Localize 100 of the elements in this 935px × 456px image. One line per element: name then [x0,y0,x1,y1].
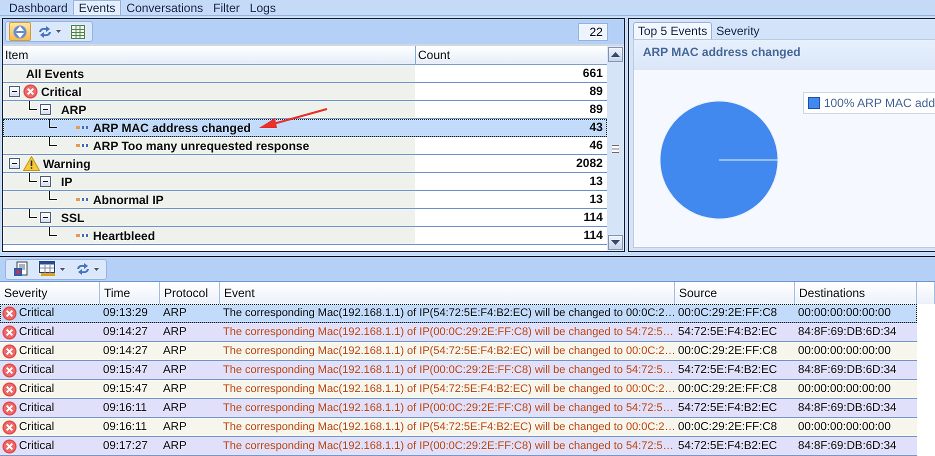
table-cell: 00:00:00:00:00:00 [798,421,891,433]
count-field[interactable]: 22 [578,22,608,40]
table-cell: ARP [163,402,187,414]
error-icon [2,438,17,454]
table-row[interactable]: Critical 09:15:47 ARP The corresponding Mac(192.168.1.1) of IP(00:0C:29:2E:FF:C8) will be changed to 54:72:5… 54:72:5E:F4:B2:EC 84:8F:69:DB:6D:34 [0,361,917,380]
count: 114 [583,228,603,242]
collapse-icon[interactable] [40,104,51,115]
count: 13 [589,192,603,206]
table-row[interactable]: Critical 09:14:27 ARP The corresponding Mac(192.168.1.1) of IP(54:72:5E:F4:B2:EC) will be changed to 00:0C:2… 00:0C:29:2E:FF:C8 00:00:00:00:00:00 [0,342,917,361]
collapse-icon[interactable] [9,158,20,169]
table-cell: ARP [163,440,187,452]
table-cell: 00:0C:29:2E:FF:C8 [678,421,778,433]
tab[interactable]: Dashboard [4,0,73,15]
error-icon [2,362,17,378]
count: 114 [583,210,603,224]
scroll-down-button[interactable] [608,235,623,250]
tab[interactable]: Filter [208,0,245,15]
table-cell: The corresponding Mac(192.168.1.1) of IP(54:72:5E:F4:B2:EC) will be changed to 00:0C:2… [223,383,676,395]
error-icon [2,382,17,396]
dotted-line-icon [76,234,90,237]
tree-connector [49,190,57,200]
table-cell: 84:8F:69:DB:6D:34 [798,326,896,338]
severity-label: Critical [19,325,54,340]
table-row[interactable]: Critical 09:16:11 ARP The corresponding Mac(192.168.1.1) of IP(00:0C:29:2E:FF:C8) will be changed to 54:72:5… 54:72:5E:F4:B2:EC 84:8F:69:DB:6D:34 [0,399,917,418]
table-row[interactable]: Critical 09:16:11 ARP The corresponding Mac(192.168.1.1) of IP(54:72:5E:F4:B2:EC) will be changed to 00:0C:2… 00:0C:29:2E:FF:C8 00:00:00:00:00:00 [0,418,917,437]
severity-label: Critical [19,439,54,454]
tab[interactable]: Conversations [121,0,208,15]
tree-label: ARP [61,102,86,116]
severity-label: Critical [19,306,54,321]
count: 89 [589,84,603,98]
table-row[interactable]: Critical 09:14:27 ARP The corresponding Mac(192.168.1.1) of IP(00:0C:29:2E:FF:C8) will be changed to 54:72:5… 54:72:5E:F4:B2:EC 84:8F:69:DB:6D:34 [0,323,917,342]
table-cell: 09:16:11 [103,402,147,414]
dotted-line-icon [76,126,90,129]
table-cell: 09:16:11 [103,421,147,433]
up-arrow-icon [610,52,620,57]
table-cell: The corresponding Mac(192.168.1.1) of IP(00:0C:29:2E:FF:C8) will be changed to 54:72:5… [223,440,674,452]
count: 46 [589,138,603,152]
tree-label: ARP Too many unrequested response [93,138,310,152]
table-cell: The corresponding Mac(192.168.1.1) of IP(00:0C:29:2E:FF:C8) will be changed to 54:72:5… [223,364,674,376]
sort-arrows-icon [13,24,27,40]
table-cell: ARP [163,383,187,395]
tab[interactable]: Events [72,0,122,15]
table-cell: ARP [163,345,187,357]
tree-connector [29,172,37,182]
refresh-icon [37,24,53,38]
tab[interactable]: Top 5 Events [632,22,712,39]
table-cell: 09:14:27 [103,345,148,357]
severity-label: Critical [19,401,54,416]
count: 13 [589,174,603,188]
tree-label: Warning [43,156,91,170]
legend-label: 100% ARP MAC add [824,96,935,110]
refresh-icon [75,262,91,276]
scroll-up-button[interactable] [608,47,623,62]
table-cell: 09:14:27 [103,326,148,338]
scrollbar[interactable] [606,46,624,251]
annotation-arrow [259,108,329,130]
count: 43 [589,120,603,134]
error-icon [2,324,17,340]
table-cell: The corresponding Mac(192.168.1.1) of IP(00:0C:29:2E:FF:C8) will be changed to 54:72:5… [223,326,674,338]
table-cell: ARP [163,364,187,376]
table-cell: The corresponding Mac(192.168.1.1) of IP(54:72:5E:F4:B2:EC) will be changed to 00:0C:2… [223,421,676,433]
severity-label: Critical [19,344,54,359]
dotted-line-icon [76,198,90,201]
table-cell: 00:00:00:00:00:00 [798,307,891,319]
error-icon [2,306,17,320]
tab[interactable]: Logs [244,0,281,15]
error-icon [23,84,38,99]
column-header[interactable]: Item [3,46,415,64]
tree-label: Abnormal IP [93,192,164,206]
table-row[interactable]: Critical 09:15:47 ARP The corresponding Mac(192.168.1.1) of IP(54:72:5E:F4:B2:EC) will be changed to 00:0C:2… 00:0C:29:2E:FF:C8 00:00:00:00:00:00 [0,380,917,399]
table-cell: 84:8F:69:DB:6D:34 [798,440,896,452]
table-cell: 54:72:5E:F4:B2:EC [678,402,778,414]
table-row[interactable]: Critical 09:13:29 ARP The corresponding Mac(192.168.1.1) of IP(54:72:5E:F4:B2:EC) will be changed to 00:0C:2… 00:0C:29:2E:FF:C8 00:00:00:00:00:00 [0,304,917,323]
table-cell: 00:0C:29:2E:FF:C8 [678,383,778,395]
table-cell: 54:72:5E:F4:B2:EC [678,364,778,376]
table-cell: The corresponding Mac(192.168.1.1) of IP(54:72:5E:F4:B2:EC) will be changed to 00:0C:2… [223,307,676,319]
collapse-icon[interactable] [9,86,20,97]
export-document-icon [13,261,29,277]
down-arrow-icon [610,240,620,245]
table-cell: 84:8F:69:DB:6D:34 [798,364,896,376]
table-cell: ARP [163,307,187,319]
table-cell: ARP [163,326,187,338]
count: 2082 [576,156,603,170]
error-icon [2,400,17,416]
collapse-icon[interactable] [40,212,51,223]
tree-connector [49,226,57,236]
tree-label: Critical [41,84,82,98]
table-cell: 09:13:29 [103,307,148,319]
count: 661 [582,66,603,80]
tree-label: ARP MAC address changed [93,120,251,134]
table-row[interactable]: Critical 09:17:27 ARP The corresponding Mac(192.168.1.1) of IP(00:0C:29:2E:FF:C8) will be changed to 54:72:5… 54:72:5E:F4:B2:EC 84:8F:69:DB:6D:34 [0,437,917,456]
table-cell: The corresponding Mac(192.168.1.1) of IP(54:72:5E:F4:B2:EC) will be changed to 00:0C:2… [223,345,676,357]
table-cell: 54:72:5E:F4:B2:EC [678,326,778,338]
chart-title: ARP MAC address changed [634,40,935,70]
table-cell: ARP [163,421,187,433]
tree-label: All Events [26,66,84,80]
tab[interactable]: Severity [712,22,764,39]
severity-label: Critical [19,363,54,378]
collapse-icon[interactable] [40,176,51,187]
table-cell: 54:72:5E:F4:B2:EC [678,440,778,452]
